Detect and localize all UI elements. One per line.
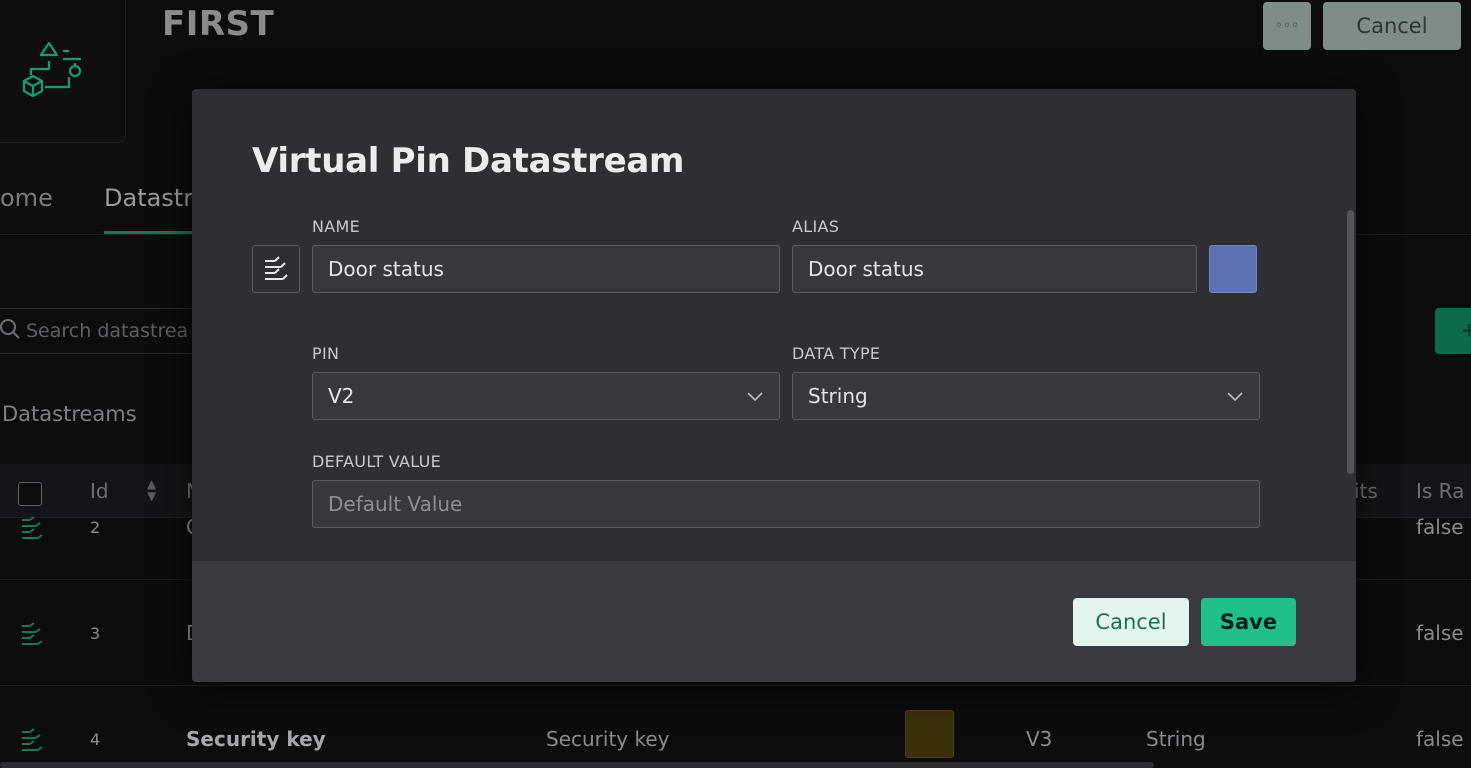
add-datastream-button[interactable]: + [1435,308,1471,354]
row-name: Security key [186,727,326,751]
tab-datastreams[interactable]: Datastr [104,184,193,212]
cancel-button[interactable]: Cancel [1073,598,1189,646]
pin-select[interactable]: V2 [312,372,780,420]
save-button[interactable]: Save [1201,598,1296,646]
modal-footer: Cancel Save [192,561,1356,682]
tab-home[interactable]: ome [0,184,53,212]
horizontal-scrollbar[interactable] [0,762,1154,768]
data-type-select-value: String [808,384,868,408]
default-value-label: DEFAULT VALUE [312,452,442,471]
alias-field[interactable]: Door status [792,245,1197,293]
column-header-is-raw[interactable]: Is Ra [1416,479,1464,503]
select-all-checkbox[interactable] [18,482,42,506]
row-alias: Security key [546,727,670,751]
datastream-icon-picker[interactable] [252,245,300,293]
row-id: 2 [90,518,101,537]
row-is-raw: false [1416,515,1464,539]
column-header-id[interactable]: Id [90,479,109,503]
name-field[interactable]: Door status [312,245,780,293]
sort-icon[interactable]: ▲ ▼ [147,478,156,502]
datastream-icon [265,256,288,280]
row-id: 4 [90,730,101,749]
pin-select-value: V2 [328,384,355,408]
chevron-down-icon [747,392,763,402]
template-logo-icon [22,41,82,98]
header-cancel-button[interactable]: Cancel [1323,2,1461,50]
data-type-select[interactable]: String [792,372,1260,420]
datastream-modal: Virtual Pin Datastream NAME Door status … [192,89,1356,682]
template-image[interactable] [0,0,126,143]
alias-label: ALIAS [792,217,840,236]
more-options-button[interactable]: ◦◦◦ [1263,2,1311,50]
row-is-raw: false [1416,621,1464,645]
row-divider [0,685,1471,686]
color-picker-button[interactable] [1209,245,1257,293]
pin-label: PIN [312,344,340,363]
row-id: 3 [90,624,101,643]
name-label: NAME [312,217,361,236]
search-placeholder: Search datastrea [26,320,189,342]
search-icon [0,318,26,345]
datastream-icon [20,622,44,650]
row-color-swatch [905,710,954,758]
row-pin: V3 [1026,727,1053,751]
section-title: Datastreams [2,402,137,426]
chevron-down-icon [1227,392,1243,402]
row-is-raw: false [1416,727,1464,751]
datastream-icon [20,516,44,544]
datastream-icon [20,728,44,756]
row-data-type: String [1146,727,1206,751]
data-type-label: DATA TYPE [792,344,881,363]
default-value-field[interactable]: Default Value [312,480,1260,528]
page-title: FIRST [162,4,275,44]
column-header-units[interactable]: its [1354,479,1378,503]
modal-scrollbar[interactable] [1347,210,1354,474]
modal-title: Virtual Pin Datastream [252,141,685,181]
search-input[interactable]: Search datastrea [0,308,200,354]
